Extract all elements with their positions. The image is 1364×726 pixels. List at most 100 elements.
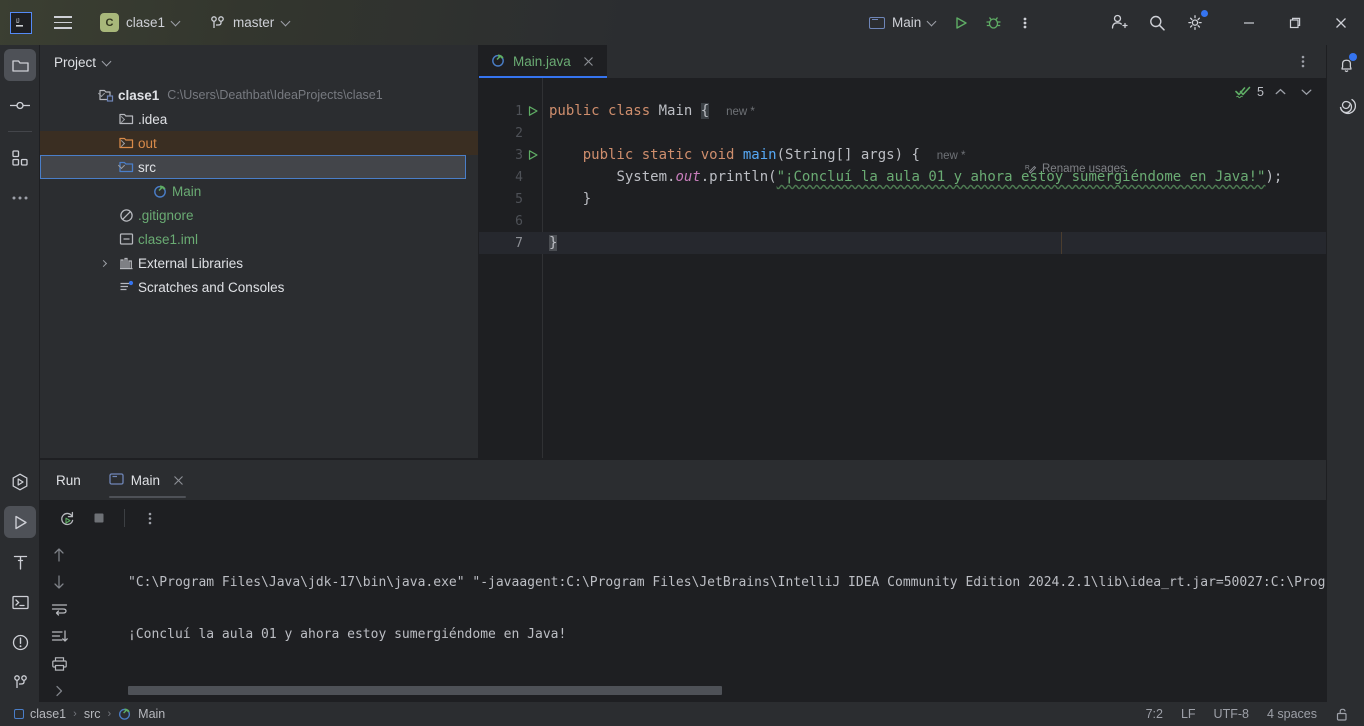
plugins-icon (12, 150, 28, 166)
tree-item-external-libraries[interactable]: External Libraries (40, 251, 478, 275)
run-configuration-selector[interactable]: Main (862, 11, 944, 34)
title-bar-center: Main (862, 0, 1040, 45)
close-button[interactable] (1318, 0, 1364, 45)
maximize-button[interactable] (1272, 0, 1318, 45)
minimize-button[interactable] (1226, 0, 1272, 45)
code-line-1[interactable]: 1 public class Main { new * (479, 100, 1326, 122)
code-line-2[interactable]: 2 (479, 122, 1326, 144)
sidebar-item-run[interactable] (0, 502, 40, 542)
tree-item-clase1[interactable]: clase1 C:\Users\Deathbat\IdeaProjects\cl… (40, 83, 478, 107)
console-output[interactable]: "C:\Program Files\Java\jdk-17\bin\java.e… (84, 536, 1326, 702)
more-run-actions-button[interactable] (1010, 8, 1040, 38)
brace-open: { (700, 103, 710, 119)
editor-tab-main-java[interactable]: Main.java (479, 45, 607, 78)
scroll-down-button[interactable] (44, 571, 74, 592)
editor-area: Main.java 5 R Rename usages 1 public cla… (479, 45, 1326, 458)
print-button[interactable] (44, 653, 74, 674)
unlocked-icon (1336, 708, 1347, 721)
run-icon (14, 515, 27, 529)
code-line-7[interactable]: 7 } (479, 232, 1326, 254)
expand-arrow[interactable] (114, 131, 130, 155)
run-tab-main[interactable]: Main (103, 460, 192, 500)
tree-item-idea[interactable]: .idea (40, 107, 478, 131)
sidebar-item-version-control[interactable] (0, 662, 40, 702)
expand-arrow[interactable] (96, 251, 112, 275)
sidebar-item-more[interactable] (0, 178, 40, 218)
expand-arrow[interactable] (114, 107, 130, 131)
run-button[interactable] (946, 8, 976, 38)
project-panel-title[interactable]: Project (54, 55, 96, 70)
indent-widget[interactable]: 4 spaces (1267, 707, 1317, 721)
breadcrumb-item-src[interactable]: src (84, 707, 101, 721)
code-editor[interactable]: 5 R Rename usages 1 public class Main {… (479, 78, 1326, 458)
run-panel-header: Run Main (40, 460, 1326, 500)
tree-item-gitignore[interactable]: .gitignore (40, 203, 478, 227)
code-line-5[interactable]: 5 } (479, 188, 1326, 210)
code-line-3[interactable]: 3 public static void main(String[] args)… (479, 144, 1326, 166)
sidebar-item-notifications[interactable] (1327, 45, 1364, 85)
more-vertical-icon (148, 512, 152, 524)
breadcrumb-item-main[interactable]: Main (118, 707, 165, 722)
title-bar: IJ C clase1 master Main (0, 0, 1364, 45)
breadcrumb-item-clase1[interactable]: clase1 (14, 707, 66, 721)
scroll-up-button[interactable] (44, 544, 74, 565)
inspections-widget[interactable]: 5 (1235, 82, 1316, 102)
editor-options-button[interactable] (1288, 47, 1318, 77)
line-separator-widget[interactable]: LF (1181, 707, 1196, 721)
tree-item-label: Main (172, 183, 202, 199)
inspection-count: 5 (1257, 85, 1264, 99)
tree-item-src[interactable]: src (40, 155, 466, 179)
sidebar-item-commit[interactable] (0, 85, 40, 125)
sidebar-item-run-configurations[interactable] (0, 462, 40, 502)
tree-item-label: src (138, 159, 156, 175)
read-only-toggle[interactable] (1335, 707, 1350, 722)
tree-item-scratches[interactable]: Scratches and Consoles (40, 275, 478, 299)
project-panel-header: Project (40, 45, 478, 79)
close-icon[interactable] (170, 472, 186, 488)
caret-position-widget[interactable]: 7:2 (1146, 707, 1163, 721)
project-widget[interactable]: C clase1 (96, 10, 188, 35)
code-line-4[interactable]: 4 System.out.println("¡Concluí la aula 0… (479, 166, 1326, 188)
run-gutter-marker[interactable] (523, 149, 543, 161)
branch-widget[interactable]: master (210, 15, 291, 31)
encoding-widget[interactable]: UTF-8 (1214, 707, 1249, 721)
run-gutter-marker[interactable] (523, 105, 543, 117)
sidebar-item-problems[interactable] (0, 622, 40, 662)
console-line: ¡Concluí la aula 01 y ahora estoy sumerg… (128, 627, 567, 642)
chevron-down-icon[interactable] (103, 58, 112, 67)
branch-name: master (233, 15, 275, 30)
breadcrumb-label: clase1 (30, 707, 67, 721)
debug-button[interactable] (978, 8, 1008, 38)
tree-item-iml[interactable]: clase1.iml (40, 227, 478, 251)
minimize-icon (1244, 21, 1254, 24)
search-icon (1150, 15, 1165, 31)
code-with-me-button[interactable] (1104, 8, 1134, 38)
scroll-to-end-button[interactable] (44, 626, 74, 647)
scrollbar-thumb[interactable] (128, 686, 722, 695)
intellij-logo-icon: IJ (10, 11, 32, 34)
rerun-icon (60, 511, 73, 525)
scroll-end-icon (51, 630, 68, 642)
close-icon[interactable] (581, 54, 597, 70)
sidebar-item-build[interactable] (0, 542, 40, 582)
expand-arrow[interactable] (94, 83, 110, 107)
previous-problem-button[interactable] (1270, 82, 1290, 102)
run-more-button[interactable] (135, 503, 165, 533)
soft-wrap-button[interactable] (44, 599, 74, 620)
sidebar-item-ai-assistant[interactable] (1327, 85, 1364, 125)
tree-item-out[interactable]: out (40, 131, 478, 155)
search-everywhere-button[interactable] (1142, 8, 1172, 38)
rerun-button[interactable] (52, 503, 82, 533)
console-horizontal-scrollbar[interactable] (128, 686, 1323, 695)
settings-button[interactable] (1180, 8, 1210, 38)
expand-console-button[interactable] (44, 681, 74, 702)
code-line-6[interactable]: 6 (479, 210, 1326, 232)
main-menu-button[interactable] (46, 6, 80, 40)
next-problem-button[interactable] (1296, 82, 1316, 102)
tree-item-main[interactable]: Main (40, 179, 478, 203)
sidebar-item-terminal[interactable] (0, 582, 40, 622)
sidebar-item-project[interactable] (0, 45, 40, 85)
expand-arrow[interactable] (114, 155, 130, 179)
stop-button[interactable] (84, 503, 114, 533)
sidebar-item-plugins[interactable] (0, 138, 40, 178)
